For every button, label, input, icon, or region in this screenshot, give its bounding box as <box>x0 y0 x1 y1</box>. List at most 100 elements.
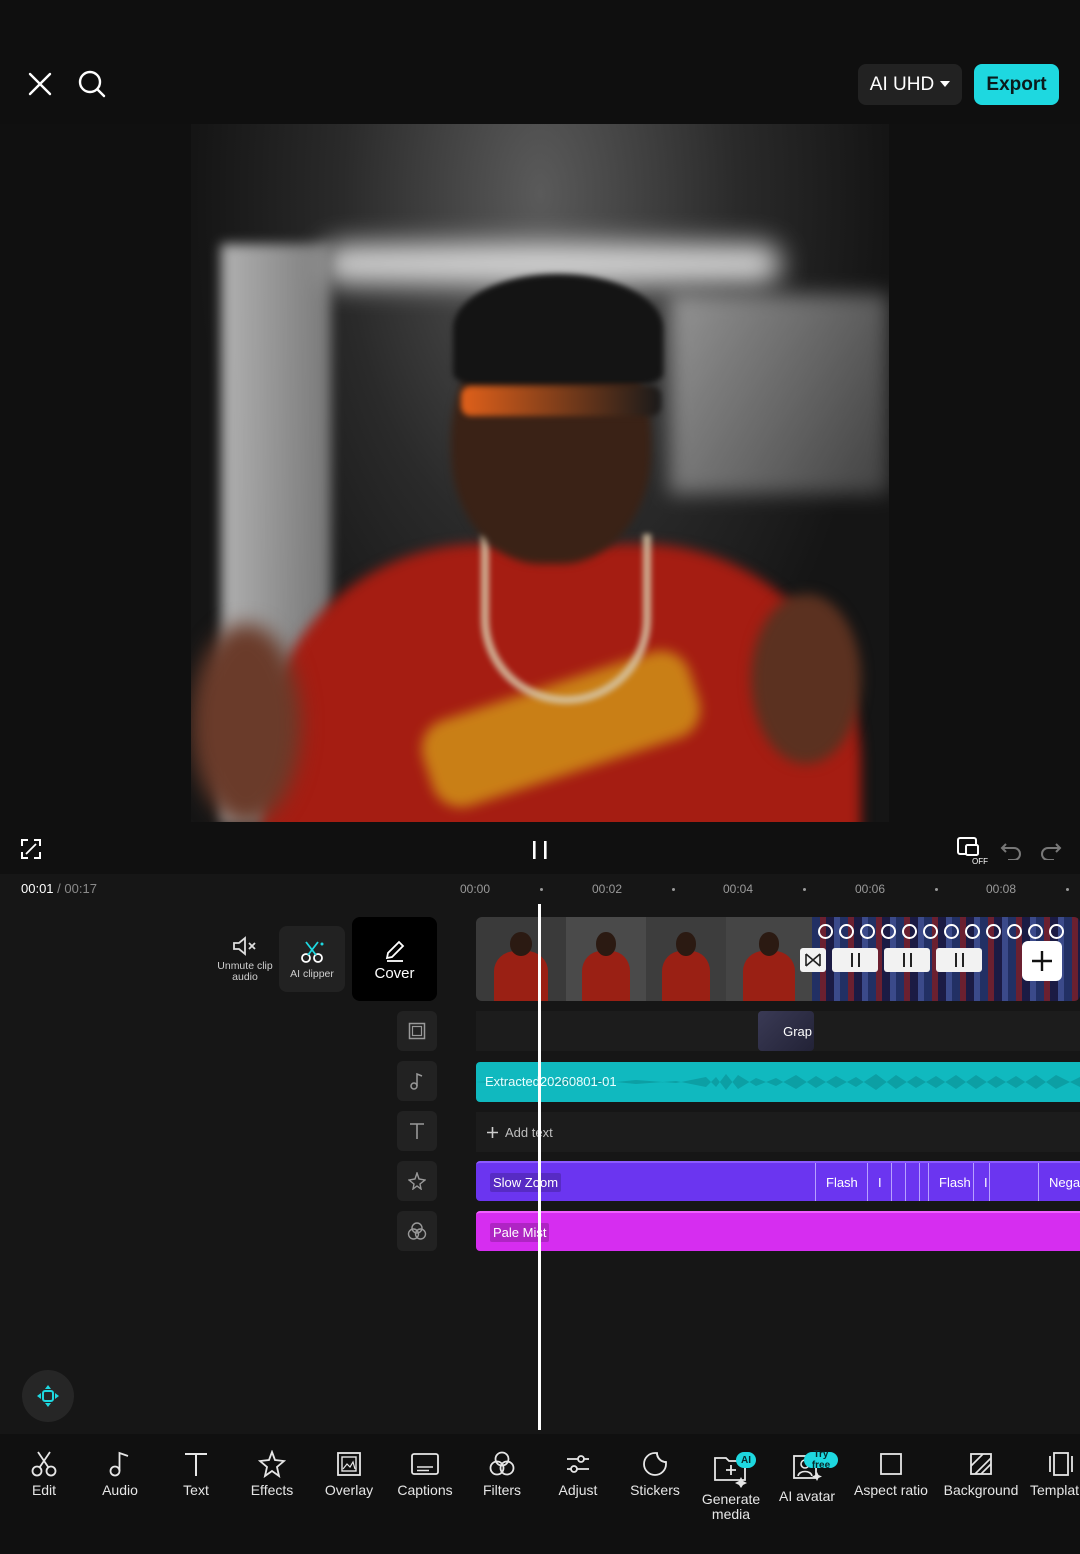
search-button[interactable] <box>70 62 114 106</box>
add-text-label: Add text <box>505 1124 553 1140</box>
text-icon <box>185 1453 207 1476</box>
toolbar-background[interactable]: Background <box>940 1450 1022 1498</box>
overlay-track-button[interactable] <box>397 1011 437 1051</box>
graphic-clip-label: Grap <box>783 1023 812 1039</box>
toolbar-label: Background <box>943 1482 1019 1498</box>
fullscreen-button[interactable] <box>14 832 48 866</box>
effect-clip[interactable]: Nega <box>1038 1163 1080 1201</box>
current-time: 00:01 <box>21 881 54 896</box>
quality-selector[interactable]: AI UHD <box>858 64 962 105</box>
effects-track-button[interactable] <box>397 1161 437 1201</box>
keyframe-move-icon <box>37 1385 59 1407</box>
effect-label: I <box>878 1174 882 1190</box>
quality-label: AI UHD <box>869 73 935 95</box>
add-clip-button[interactable] <box>1022 941 1062 981</box>
toolbar-ai-avatar[interactable]: Try free AI avatar <box>776 1449 838 1504</box>
toolbar-edit[interactable]: Edit <box>22 1450 66 1498</box>
toolbar-label: Text <box>183 1482 209 1498</box>
graphic-clip[interactable]: Grap <box>758 1011 814 1051</box>
close-button[interactable] <box>18 62 62 106</box>
ai-clipper-button[interactable]: AI clipper <box>279 926 345 992</box>
filters-track-button[interactable] <box>397 1211 437 1251</box>
effect-clip[interactable]: Slow Zoom <box>476 1163 806 1201</box>
toolbar-aspect-ratio[interactable]: Aspect ratio <box>850 1450 932 1498</box>
sticker-icon <box>643 1452 667 1476</box>
transition-bowtie-icon[interactable] <box>800 948 826 972</box>
search-icon <box>78 70 106 98</box>
pencil-icon <box>385 940 404 962</box>
cover-button[interactable]: Cover <box>352 917 437 1001</box>
ruler-dot <box>803 888 806 891</box>
effect-clip[interactable] <box>905 1163 919 1201</box>
video-preview[interactable] <box>191 124 889 822</box>
music-note-icon <box>410 1072 423 1090</box>
time-ruler[interactable]: 00:00 00:02 00:04 00:06 00:08 <box>0 874 1080 904</box>
scene-cap <box>453 274 663 384</box>
export-button[interactable]: Export <box>974 64 1059 105</box>
pause-button[interactable] <box>520 830 560 870</box>
preview-toggle-button[interactable]: OFF <box>952 830 992 870</box>
effect-label: I <box>984 1174 988 1190</box>
effect-clip[interactable]: I <box>867 1163 891 1201</box>
text-track-button[interactable] <box>397 1111 437 1151</box>
toolbar-label: Adjust <box>558 1482 598 1498</box>
redo-icon <box>1041 843 1062 860</box>
time-separator: / <box>57 881 61 896</box>
effect-clip[interactable]: Flash <box>928 1163 973 1201</box>
ruler-dot <box>1066 888 1069 891</box>
transition-marker[interactable] <box>936 948 982 972</box>
transition-marker[interactable] <box>832 948 878 972</box>
effect-clip[interactable]: I <box>973 1163 989 1201</box>
undo-button[interactable] <box>994 830 1028 870</box>
audio-clip[interactable]: Extracted20260801-01 <box>476 1062 1080 1102</box>
toolbar-filters[interactable]: Filters <box>479 1450 525 1498</box>
toolbar-templates[interactable]: Templat <box>1030 1450 1080 1498</box>
toolbar-audio[interactable]: Audio <box>97 1450 143 1498</box>
effect-clip[interactable] <box>891 1163 905 1201</box>
fullscreen-icon <box>21 839 41 859</box>
toolbar-effects[interactable]: Effects <box>246 1450 298 1498</box>
ruler-label: 00:04 <box>723 882 754 896</box>
transition-marker[interactable] <box>884 948 930 972</box>
ruler-label: 00:02 <box>592 882 623 896</box>
effect-label: Flash <box>939 1174 971 1190</box>
playback-controls: OFF <box>0 824 1080 874</box>
toolbar-stickers[interactable]: Stickers <box>626 1450 684 1498</box>
preview-area <box>0 124 1080 824</box>
toolbar-generate-media[interactable]: AI Generate media <box>698 1450 764 1522</box>
playhead[interactable] <box>538 904 541 1430</box>
keyframe-button[interactable] <box>22 1370 74 1422</box>
aspect-ratio-icon <box>880 1453 902 1475</box>
sparkle-star-icon <box>258 1450 286 1478</box>
ai-badge: AI <box>736 1452 756 1468</box>
toolbar-label: Captions <box>397 1482 453 1498</box>
ruler-dot <box>935 888 938 891</box>
add-text-button[interactable]: Add text <box>476 1112 1080 1152</box>
background-icon <box>970 1453 992 1475</box>
bottom-toolbar: Edit Audio Text Effects Overlay Captions… <box>0 1434 1080 1554</box>
scissors-icon <box>31 1451 57 1477</box>
ai-scissors-icon <box>301 940 324 963</box>
scene-hand-right <box>751 594 861 764</box>
effect-label: Nega <box>1049 1174 1080 1190</box>
toolbar-label: Edit <box>31 1482 57 1498</box>
audio-clip-label: Extracted20260801-01 <box>485 1074 617 1089</box>
preview-off-icon: OFF <box>957 837 988 865</box>
speaker-muted-icon <box>233 936 256 956</box>
effect-clip[interactable]: Flash <box>815 1163 867 1201</box>
ruler-label: 00:06 <box>855 882 886 896</box>
effect-clip[interactable] <box>989 1163 1029 1201</box>
redo-button[interactable] <box>1034 830 1068 870</box>
svg-text:OFF: OFF <box>972 857 988 865</box>
toolbar-overlay[interactable]: Overlay <box>322 1450 376 1498</box>
toolbar-text[interactable]: Text <box>178 1450 214 1498</box>
filter-clip[interactable]: Pale Mist <box>476 1211 1080 1251</box>
audio-track-button[interactable] <box>397 1061 437 1101</box>
unmute-clip-audio-button[interactable]: Unmute clip audio <box>216 917 274 1001</box>
image-icon <box>408 1022 426 1040</box>
toolbar-adjust[interactable]: Adjust <box>555 1450 601 1498</box>
scene-hand-left <box>191 624 301 822</box>
toolbar-captions[interactable]: Captions <box>395 1450 455 1498</box>
scene-glasses <box>461 386 661 416</box>
toolbar-label: AI avatar <box>778 1488 836 1504</box>
